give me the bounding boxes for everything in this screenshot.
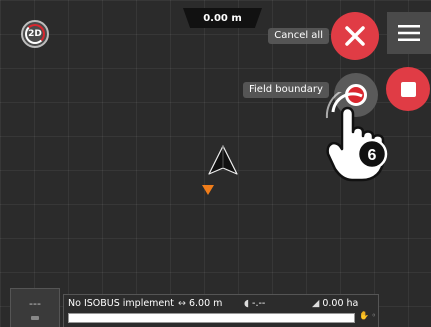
rate-value: -.-- xyxy=(252,297,266,309)
implement-name: No ISOBUS implement xyxy=(68,297,175,309)
menu-icon xyxy=(398,25,420,41)
left-info-panel[interactable]: --- xyxy=(10,288,60,327)
distance-value: 0.00 m xyxy=(203,12,242,24)
2d-mode-icon xyxy=(25,24,45,44)
field-boundary-label: Field boundary xyxy=(243,82,329,98)
2d-mode-button[interactable]: 2D xyxy=(21,20,49,48)
left-panel-indicator xyxy=(31,315,39,320)
work-progress-fill xyxy=(69,314,354,322)
distance-readout: 0.00 m xyxy=(183,8,262,28)
work-progress-bar xyxy=(68,313,355,323)
hand-pointer-icon: 6 xyxy=(325,92,388,182)
area-value: 0.00 ha xyxy=(322,297,359,309)
progress-status-icons: ✋ ◦ xyxy=(359,311,377,320)
status-bar[interactable]: No ISOBUS implement ↔ 6.00 m ◖ -.-- ◢ 0.… xyxy=(63,294,379,327)
step-badge: 6 xyxy=(368,147,377,164)
left-panel-value: --- xyxy=(29,296,41,310)
cancel-all-label: Cancel all xyxy=(268,28,329,44)
close-icon xyxy=(345,26,365,46)
working-width: 6.00 m xyxy=(188,297,223,309)
map-view[interactable]: 2D 0.00 m Cancel all Field boundary 6 --… xyxy=(0,0,431,327)
rate-icon: ◖ xyxy=(243,297,253,309)
cancel-all-button[interactable] xyxy=(331,12,379,60)
vehicle-position-marker xyxy=(202,185,214,195)
area-icon: ◢ xyxy=(312,297,323,309)
vehicle-arrow-icon xyxy=(208,145,238,175)
width-icon: ↔ xyxy=(178,297,189,309)
menu-button[interactable] xyxy=(387,12,431,54)
